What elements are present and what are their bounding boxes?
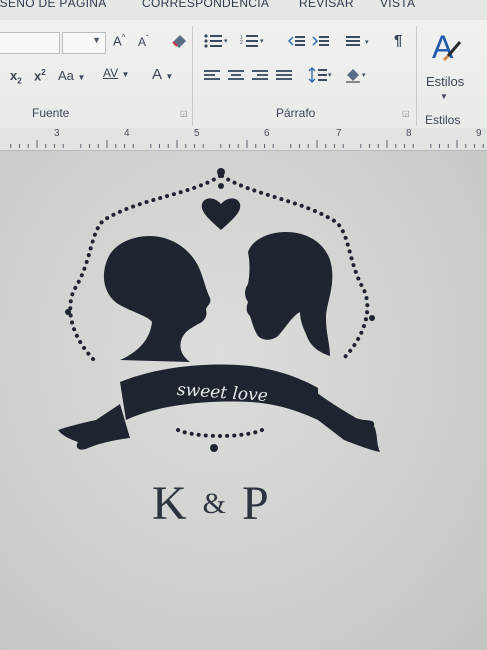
banner-right-tail <box>316 392 380 452</box>
frame-dot <box>65 309 71 315</box>
man-silhouette <box>245 232 333 356</box>
heart-icon <box>201 198 241 230</box>
frame-dot <box>218 183 224 189</box>
initial-right: P <box>242 477 269 530</box>
woman-silhouette <box>103 236 211 362</box>
wedding-monogram-artwork: sweet love <box>58 168 380 452</box>
frame-top-dot <box>217 168 225 176</box>
initial-left: K <box>152 477 187 530</box>
frame-bottom-dot <box>210 444 218 452</box>
frame-dot <box>369 315 375 321</box>
dotted-frame-bottom <box>176 428 264 438</box>
monogram-initials: K & P <box>152 476 269 531</box>
ampersand: & <box>202 487 227 520</box>
banner-left-tail <box>58 404 130 450</box>
